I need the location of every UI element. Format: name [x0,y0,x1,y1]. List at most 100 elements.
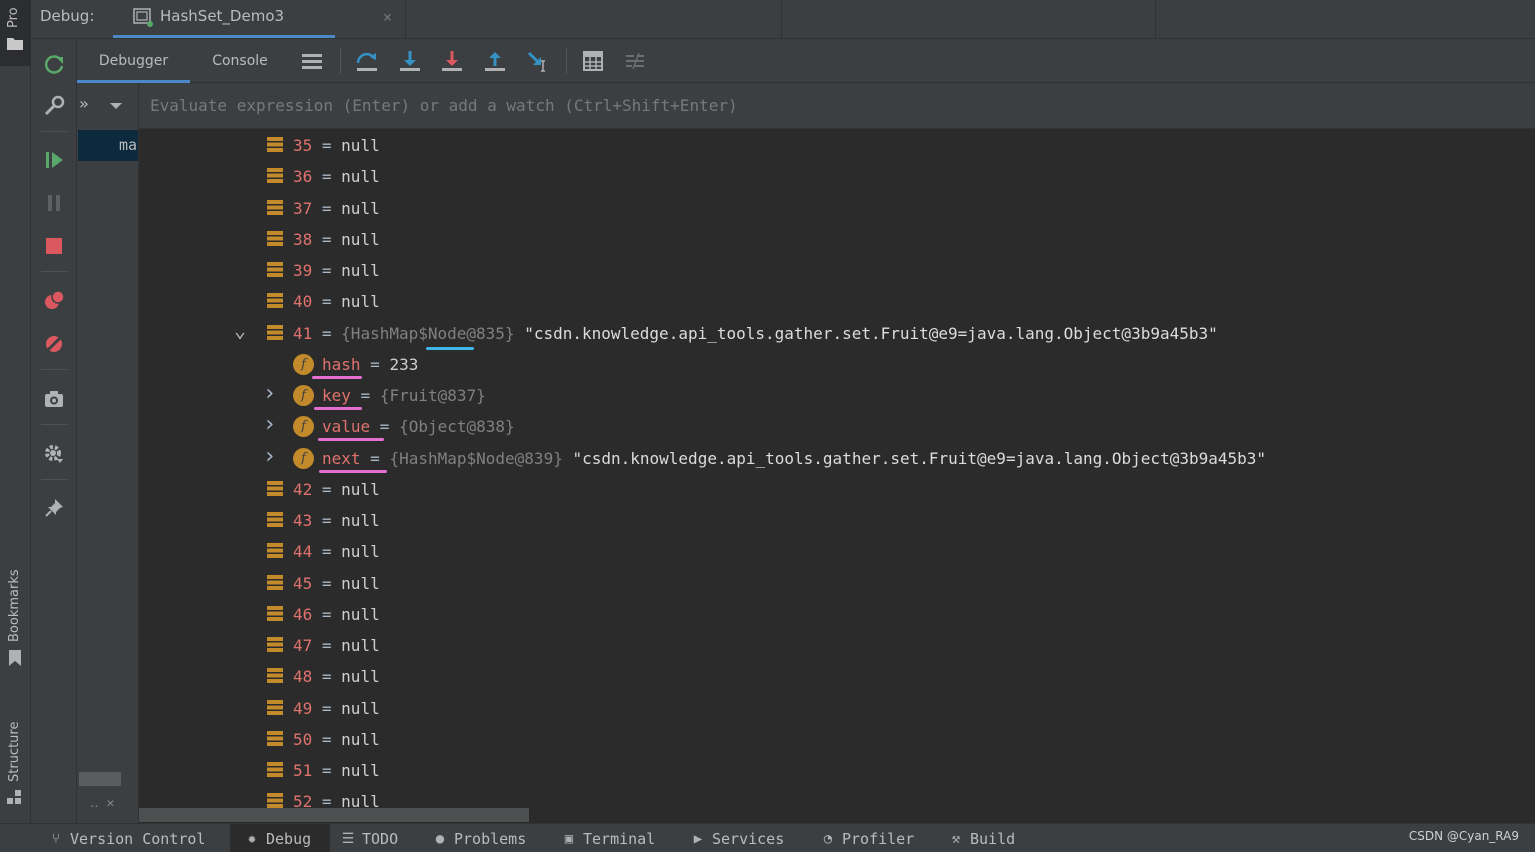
row-text: 41 = {HashMap$Node@835} "csdn.knowledge.… [293,324,1218,343]
frames-close-control[interactable]: ‥ ✕ [90,796,114,811]
array-index: 42 [293,479,313,499]
structure-tool-button[interactable]: Structure [7,722,22,782]
tree-row[interactable]: 38 = null [139,224,1535,255]
toolwindow-services[interactable]: ▶ Services [690,824,802,852]
rerun-icon[interactable] [43,53,65,75]
header-divider [405,0,406,39]
project-tool-button[interactable]: Pro [0,0,31,66]
selected-frame[interactable]: ma [78,130,138,161]
field-row-next[interactable]: › f next = {HashMap$Node@839} "csdn.knowle… [139,443,1535,474]
field-value: {HashMap$Node@839} [389,448,563,468]
tree-row[interactable]: 51 = null [139,755,1535,786]
expand-chevron-icon[interactable]: › [263,381,276,406]
toolwindow-problems[interactable]: ● Problems [432,824,544,852]
field-name: hash [322,354,361,374]
tree-row[interactable]: 43 = null [139,505,1535,536]
field-name: key [322,386,351,405]
row-text: 42 = null [293,480,380,499]
toolwindow-profiler[interactable]: ◔ Profiler [820,824,932,852]
close-tab-icon[interactable]: × [383,8,392,26]
dropdown-arrow-icon[interactable] [109,101,123,111]
tree-row[interactable]: 45 = null [139,568,1535,599]
row-text: 47 = null [293,636,380,655]
toolbar-divider [41,369,67,370]
tree-row[interactable]: 47 = null [139,630,1535,661]
array-index: 49 [293,698,313,718]
tree-row[interactable]: 39 = null [139,255,1535,286]
camera-icon[interactable] [43,388,65,410]
field-value: 233 [389,354,419,374]
tree-row[interactable]: 35 = null [139,130,1535,161]
toolwindow-build[interactable]: ⚒ Build [948,824,1028,852]
equals-sign: = [312,698,342,718]
step-into-icon[interactable] [398,49,422,73]
row-text: value = {Object@838} [322,417,515,436]
tree-row[interactable]: 40 = null [139,286,1535,317]
session-tab[interactable]: HashSet_Demo3 × [113,0,392,39]
pin-icon[interactable] [43,497,65,519]
toolwindow-version-control[interactable]: ⑂ Version Control [48,824,218,852]
mute-breakpoints-icon[interactable] [43,333,65,355]
menu-icon[interactable] [300,49,324,73]
left-tool-strip: Pro Bookmarks Structure [0,0,31,823]
stop-icon[interactable] [43,235,65,257]
annotation-underline-pink [318,438,384,442]
services-icon: ▶ [693,830,703,847]
tree-row[interactable]: 44 = null [139,536,1535,567]
evaluate-expression-bar[interactable]: Evaluate expression (Enter) or add a wat… [139,83,1535,129]
trace-icon[interactable] [623,49,647,73]
tree-row[interactable]: 49 = null [139,693,1535,724]
toolwindow-terminal[interactable]: ▣ Terminal [561,824,671,852]
session-name: HashSet_Demo3 [160,7,285,25]
active-tab-underline [113,35,335,38]
frames-scrollbar[interactable] [79,772,121,786]
tree-row-expanded[interactable]: ⌄ 41 = {HashMap$Node@835} "csdn.knowledge… [139,318,1535,350]
expand-chevron-icon[interactable]: › [263,412,276,437]
view-breakpoints-icon[interactable] [43,289,65,311]
bookmarks-tool-button[interactable]: Bookmarks [7,569,22,642]
horizontal-scrollbar[interactable] [139,808,529,822]
expand-chevron-icon[interactable]: › [263,444,276,469]
annotation-underline-pink [319,469,387,473]
array-element-icon [267,574,283,590]
row-value: null [341,229,380,249]
tree-row[interactable]: 42 = null [139,474,1535,505]
array-element-icon [267,293,283,309]
debug-icon: ✹ [247,830,257,847]
run-to-cursor-icon[interactable] [526,49,550,73]
field-row-hash[interactable]: f hash = 233 [139,349,1535,380]
field-row-key[interactable]: › f key = {Fruit@837} [139,380,1535,411]
tree-row[interactable]: 36 = null [139,161,1535,192]
array-index: 50 [293,729,313,749]
wrench-icon[interactable] [43,95,65,117]
toolwindow-label: Debug [266,829,312,848]
row-value: null [341,542,380,562]
toolwindow-label: Terminal [583,829,656,848]
evaluate-icon[interactable] [581,49,605,73]
equals-sign: = [312,198,342,218]
tree-row[interactable]: 46 = null [139,599,1535,630]
tab-console[interactable]: Console [190,39,290,83]
toolwindow-debug[interactable]: ✹ Debug [230,824,330,852]
array-index: 47 [293,636,313,655]
equals-sign: = [312,292,342,312]
resume-icon[interactable] [43,149,65,171]
tree-row[interactable]: 50 = null [139,724,1535,755]
project-label: Pro [6,7,21,28]
pause-icon[interactable] [43,192,65,214]
expand-chevrons-icon[interactable]: » [79,94,89,113]
step-out-icon[interactable] [483,49,507,73]
step-over-icon[interactable] [355,49,379,73]
tab-debugger[interactable]: Debugger [77,39,190,83]
toolwindow-todo[interactable]: ☰ TODO [340,824,416,852]
toolwindow-label: Services [712,829,785,848]
collapse-chevron-icon[interactable]: ⌄ [234,318,246,342]
array-element-icon [267,543,283,559]
tree-row[interactable]: 48 = null [139,661,1535,692]
row-value: null [341,636,380,655]
problems-icon: ● [435,830,445,847]
force-step-into-icon[interactable] [440,49,464,73]
field-row-value[interactable]: › f value = {Object@838} [139,411,1535,442]
tree-row[interactable]: 37 = null [139,193,1535,224]
settings-icon[interactable] [43,443,65,465]
